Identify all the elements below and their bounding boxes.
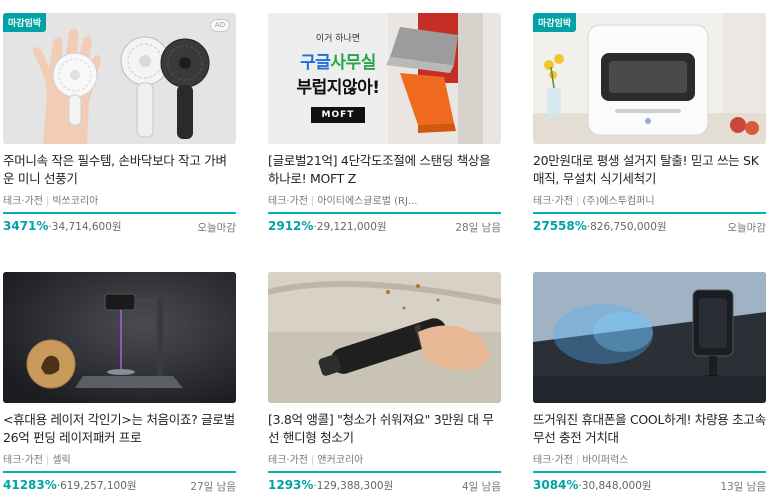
product-card[interactable]: 마감임박 AD 주머니속 작은 필수템, 손바닥보다 작고 가벼운 미니 선풍기…: [3, 13, 236, 235]
banner-line1: 이거 하나면: [315, 34, 361, 44]
progress-bar: [268, 471, 501, 473]
product-thumbnail[interactable]: 마감임박: [533, 13, 766, 144]
divider: |: [310, 455, 315, 465]
progress-bar: [533, 471, 766, 473]
dishwasher-image: [533, 13, 766, 144]
maker-link[interactable]: 앤커코리아: [317, 455, 363, 465]
remaining-time: 13일 남음: [720, 481, 766, 493]
car-phone-charger-image: [533, 272, 766, 403]
divider: |: [45, 196, 50, 206]
closing-soon-badge: 마감임박: [533, 13, 577, 32]
product-thumbnail[interactable]: [3, 272, 236, 403]
product-meta: 테크·가전 | 바이퍼럭스: [533, 451, 766, 465]
mini-fan-image: [3, 13, 236, 144]
product-card[interactable]: 마감임박 20만원대로 평생 설거지 탈출! 믿고 쓰는 SK매직, 무설치 식…: [533, 13, 766, 235]
product-card[interactable]: 뜨거워진 휴대폰을 COOL하게! 차량용 초고속 무선 충전 거치대 테크·가…: [533, 272, 766, 494]
product-title[interactable]: [글로벌21억] 4단각도조절에 스탠딩 책상을 하나로! MOFT Z: [268, 152, 501, 188]
maker-link[interactable]: 바이퍼럭스: [582, 455, 628, 465]
banner-google: 구글: [300, 53, 331, 73]
funding-amount: ·34,714,600원: [48, 221, 122, 233]
remaining-time: 4일 남음: [462, 481, 501, 493]
product-meta: 테크·가전 | 셀릭: [3, 451, 236, 465]
funding-stats: 1293%·129,388,300원 4일 남음: [268, 478, 501, 494]
category-label: 테크·가전: [533, 196, 573, 206]
funding-percent: 2912%: [268, 219, 314, 233]
product-meta: 테크·가전 | 아이티에스글로벌 (RJ...: [268, 192, 501, 206]
product-title[interactable]: <휴대용 레이저 각인기>는 처음이죠? 글로벌 26억 펀딩 레이저패커 프로: [3, 411, 236, 447]
ad-badge: AD: [210, 19, 230, 32]
category-label: 테크·가전: [3, 196, 43, 206]
product-title[interactable]: 주머니속 작은 필수템, 손바닥보다 작고 가벼운 미니 선풍기: [3, 152, 236, 188]
banner-office: 사무실: [330, 53, 376, 73]
funding-percent: 3084%: [533, 478, 579, 492]
divider: |: [310, 196, 315, 206]
maker-link[interactable]: 빅쏘코리아: [52, 196, 98, 206]
funding-percent: 41283%: [3, 478, 57, 492]
product-thumbnail[interactable]: 이거 하나면 구글사무실 부럽지않아! MOFT: [268, 13, 501, 144]
product-card[interactable]: 이거 하나면 구글사무실 부럽지않아! MOFT [글로벌21억] 4단각도조절…: [268, 13, 501, 235]
product-title[interactable]: 20만원대로 평생 설거지 탈출! 믿고 쓰는 SK매직, 무설치 식기세척기: [533, 152, 766, 188]
banner-line2: 구글사무실: [278, 48, 398, 73]
category-label: 테크·가전: [3, 455, 43, 465]
maker-link[interactable]: 셀릭: [52, 455, 70, 465]
moft-logo: MOFT: [311, 107, 365, 123]
progress-bar: [3, 212, 236, 214]
funding-amount: ·29,121,000원: [313, 221, 387, 233]
banner-line3: 부럽지않아!: [296, 78, 380, 98]
funding-stats: 3084%·30,848,000원 13일 남음: [533, 478, 766, 494]
product-title[interactable]: [3.8억 앵콜] "청소가 쉬워져요" 3만원 대 무선 핸디형 청소기: [268, 411, 501, 447]
category-label: 테크·가전: [533, 455, 573, 465]
funding-amount: ·30,848,000원: [578, 480, 652, 492]
progress-bar: [3, 471, 236, 473]
category-label: 테크·가전: [268, 455, 308, 465]
banner-text: 이거 하나면 구글사무실 부럽지않아! MOFT: [278, 31, 398, 123]
product-card[interactable]: [3.8억 앵콜] "청소가 쉬워져요" 3만원 대 무선 핸디형 청소기 테크…: [268, 272, 501, 494]
funding-percent: 1293%: [268, 478, 314, 492]
maker-link[interactable]: (주)에스투컴퍼니: [582, 196, 654, 206]
funding-stats: 41283%·619,257,100원 27일 남음: [3, 478, 236, 494]
funding-amount: ·826,750,000원: [586, 221, 667, 233]
product-thumbnail[interactable]: [268, 272, 501, 403]
funding-stats: 27558%·826,750,000원 오늘마감: [533, 219, 766, 235]
funding-stats: 3471%·34,714,600원 오늘마감: [3, 219, 236, 235]
progress-bar: [533, 212, 766, 214]
remaining-time: 28일 남음: [455, 222, 501, 234]
product-thumbnail[interactable]: [533, 272, 766, 403]
funding-amount: ·619,257,100원: [56, 480, 137, 492]
product-meta: 테크·가전 | 앤커코리아: [268, 451, 501, 465]
funding-stats: 2912%·29,121,000원 28일 남음: [268, 219, 501, 235]
handy-vacuum-image: [268, 272, 501, 403]
category-label: 테크·가전: [268, 196, 308, 206]
remaining-time: 오늘마감: [197, 222, 236, 234]
product-meta: 테크·가전 | (주)에스투컴퍼니: [533, 192, 766, 206]
funding-amount: ·129,388,300원: [313, 480, 394, 492]
product-meta: 테크·가전 | 빅쏘코리아: [3, 192, 236, 206]
product-title[interactable]: 뜨거워진 휴대폰을 COOL하게! 차량용 초고속 무선 충전 거치대: [533, 411, 766, 447]
product-thumbnail[interactable]: 마감임박 AD: [3, 13, 236, 144]
progress-bar: [268, 212, 501, 214]
divider: |: [575, 196, 580, 206]
remaining-time: 오늘마감: [727, 222, 766, 234]
closing-soon-badge: 마감임박: [3, 13, 47, 32]
divider: |: [45, 455, 50, 465]
laser-engraver-image: [3, 272, 236, 403]
product-card[interactable]: <휴대용 레이저 각인기>는 처음이죠? 글로벌 26억 펀딩 레이저패커 프로…: [3, 272, 236, 494]
funding-percent: 27558%: [533, 219, 587, 233]
funding-percent: 3471%: [3, 219, 49, 233]
maker-link[interactable]: 아이티에스글로벌 (RJ...: [317, 196, 417, 206]
divider: |: [575, 455, 580, 465]
remaining-time: 27일 남음: [190, 481, 236, 493]
